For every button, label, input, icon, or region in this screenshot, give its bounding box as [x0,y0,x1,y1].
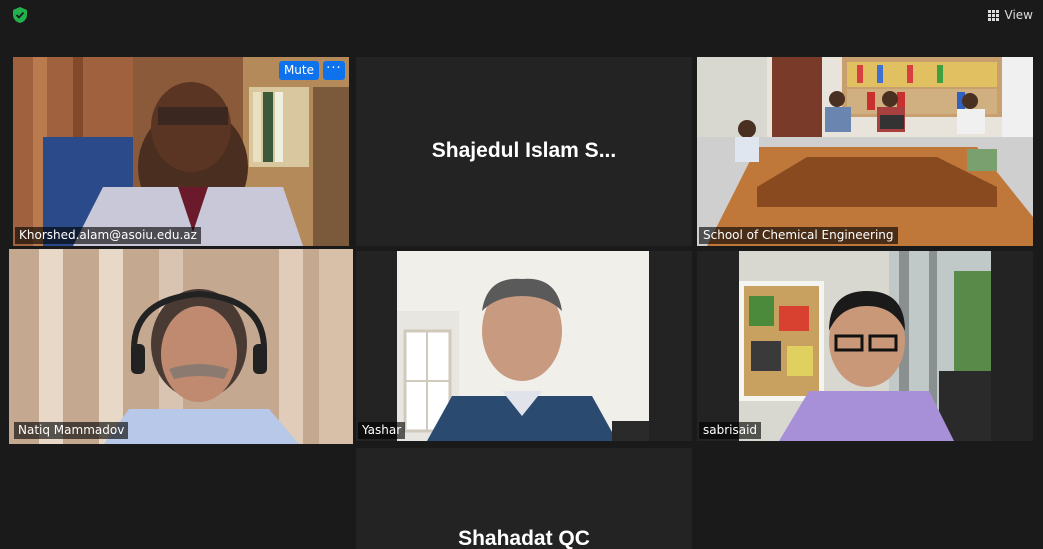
grid-icon [987,9,999,21]
participant-tile-school[interactable]: School of Chemical Engineering [697,57,1033,246]
participant-name: School of Chemical Engineering [699,227,898,244]
more-options-button[interactable]: ··· [323,61,345,80]
participant-tile-shahadat[interactable]: Shahadat QC [356,448,692,549]
participant-tile-shajedul[interactable]: Shajedul Islam S... [356,57,692,246]
participant-name: Khorshed.alam@asoiu.edu.az [15,227,201,244]
participant-video [397,251,649,441]
view-label: View [1004,8,1033,22]
participant-tile-sabrisaid[interactable]: sabrisaid [697,251,1033,441]
participant-tile-yashar[interactable]: Yashar [356,251,692,441]
meeting-top-bar: View [0,0,1043,30]
participant-name: Yashar [358,422,406,439]
view-button[interactable]: View [987,5,1033,25]
participant-display-name: Shajedul Islam S... [431,139,617,162]
participant-name: sabrisaid [699,422,762,439]
participant-name: Natiq Mammadov [14,422,129,439]
participant-tile-natiq[interactable]: Natiq Mammadov [9,249,353,444]
participant-video [9,249,353,444]
more-label: ··· [326,61,342,76]
participant-video [697,57,1033,246]
shield-check-icon[interactable] [11,6,29,24]
mute-button[interactable]: Mute [278,61,319,80]
participant-video [739,251,991,441]
participant-video [13,57,349,246]
participant-tile-khorshed[interactable]: Mute ··· Khorshed.alam@asoiu.edu.az [13,57,349,246]
participant-display-name: Shahadat QC [458,527,590,549]
